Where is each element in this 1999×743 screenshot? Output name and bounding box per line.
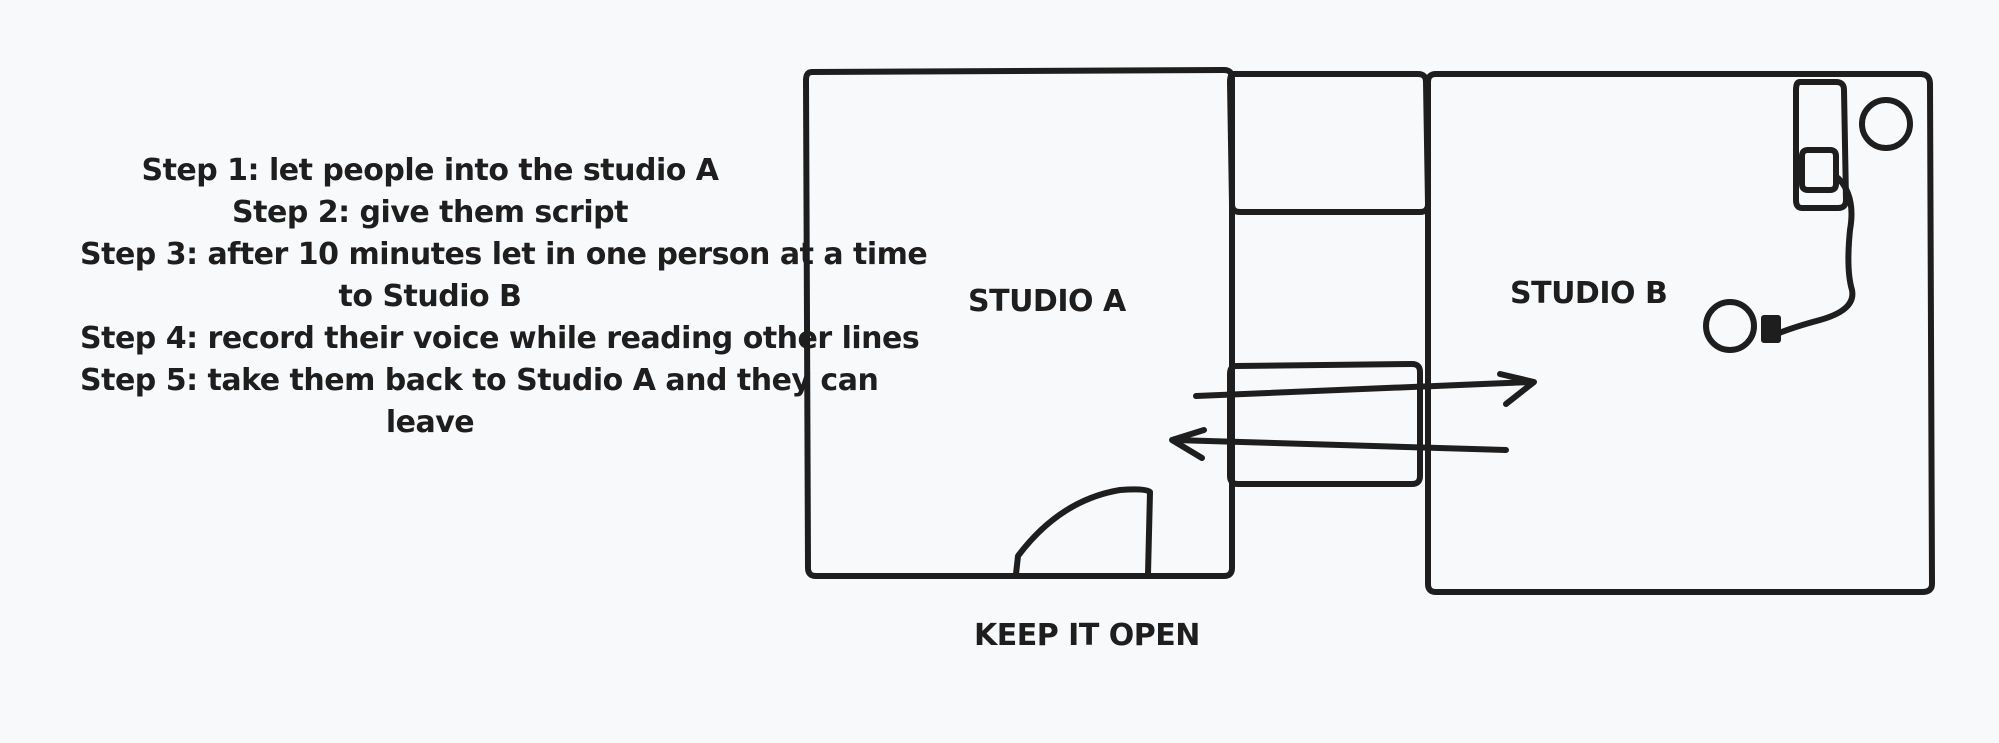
corridor-top-box (1227, 71, 1431, 215)
step-line: Step 2: give them script (232, 195, 628, 230)
step-line: Step 3: after 10 minutes let in one pers… (80, 237, 928, 272)
corridor-passage-box (1227, 361, 1423, 487)
equipment-small-box (1799, 147, 1839, 193)
arrow-right-head (1497, 371, 1537, 407)
step-line: Step 4: record their voice while reading… (80, 321, 920, 356)
keep-open-label: KEEP IT OPEN (974, 618, 1200, 653)
step-line: Step 5: take them back to Studio A and t… (80, 363, 879, 398)
speaker-circle-icon (1859, 97, 1913, 151)
step-line: Step 1: let people into the studio A (141, 153, 719, 188)
microphone-circle-icon (1703, 299, 1757, 353)
arrow-left-head (1169, 427, 1207, 461)
step-line: leave (385, 405, 475, 440)
arrow-left-icon (1171, 437, 1509, 453)
connector-icon (1761, 315, 1781, 343)
studio-b-room (1425, 71, 1935, 595)
studio-b-label: STUDIO B (1510, 276, 1668, 311)
studio-a-label: STUDIO A (968, 284, 1126, 319)
cable-icon (1769, 175, 1856, 339)
arrow-right-icon (1193, 379, 1533, 399)
steps-text: Step 1: let people into the studio A Ste… (80, 150, 928, 444)
door-icon (1013, 486, 1153, 577)
step-line: to Studio B (338, 279, 522, 314)
